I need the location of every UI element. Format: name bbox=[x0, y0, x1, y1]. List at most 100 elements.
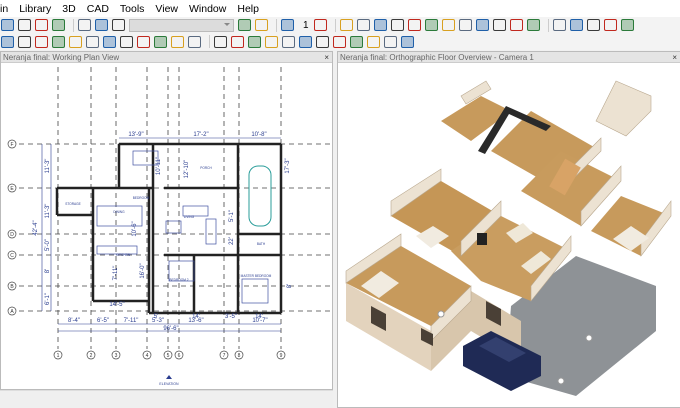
undo-icon[interactable] bbox=[1, 19, 14, 31]
rectangle-icon[interactable] bbox=[350, 35, 363, 48]
menu-item-tools[interactable]: Tools bbox=[120, 3, 145, 15]
grid-column-label: 4 bbox=[146, 353, 149, 359]
grid-column-label: 2 bbox=[90, 353, 93, 359]
dimension-label: 14'-5" bbox=[109, 302, 124, 308]
floor-plan-canvas[interactable]: FEDCBA1 2 3 4 5 6 7 8 942'-4"11'-3"11'-3"5'-0"8'… bbox=[1, 63, 332, 389]
material-icon[interactable] bbox=[492, 19, 506, 31]
window-tool-icon[interactable] bbox=[103, 35, 116, 48]
arc-icon[interactable] bbox=[316, 35, 329, 48]
railing-icon[interactable] bbox=[18, 35, 31, 48]
tools-icon[interactable] bbox=[255, 19, 268, 31]
dimension-label: 10'-11" bbox=[156, 157, 162, 175]
menu-item-library[interactable]: Library bbox=[19, 3, 51, 15]
save-view-red-icon[interactable] bbox=[112, 19, 125, 31]
grid-row-label: F bbox=[10, 142, 13, 148]
dimension-label: 8'-4" bbox=[68, 318, 80, 324]
callout-icon[interactable] bbox=[265, 35, 278, 48]
dormer-icon[interactable] bbox=[171, 35, 184, 48]
roof-plane-icon[interactable] bbox=[154, 35, 167, 48]
redo-icon[interactable] bbox=[18, 19, 31, 31]
layer-set-dropdown[interactable] bbox=[129, 18, 234, 32]
dimension-label: 13'-9" bbox=[128, 132, 143, 138]
paint-icon[interactable] bbox=[458, 19, 472, 31]
layout-icon[interactable] bbox=[620, 19, 634, 31]
grid-column-label: 8 bbox=[238, 353, 241, 359]
menu-item-3d[interactable]: 3D bbox=[62, 3, 75, 15]
room-label: KITCHEN bbox=[116, 253, 131, 257]
close-icon[interactable]: × bbox=[672, 52, 677, 63]
delete-surface-icon[interactable] bbox=[509, 19, 523, 31]
north-arrow-icon bbox=[166, 375, 172, 379]
room-label: LIVING bbox=[184, 215, 195, 219]
box-icon[interactable] bbox=[188, 35, 201, 48]
marker-icon[interactable] bbox=[401, 35, 414, 48]
elevation-marker-label: ELEVATION bbox=[159, 382, 179, 386]
line-icon[interactable] bbox=[299, 35, 312, 48]
grid-column-label: 1 bbox=[57, 353, 60, 359]
close-icon[interactable]: × bbox=[324, 52, 329, 63]
floor-overview-window[interactable]: Neranja final: Orthographic Floor Overvi… bbox=[337, 51, 680, 408]
roof-icon[interactable] bbox=[69, 35, 82, 48]
drawing-toolbar bbox=[0, 33, 680, 50]
up-floor-icon[interactable] bbox=[313, 19, 327, 31]
door-icon[interactable] bbox=[86, 35, 99, 48]
dimension-label: 14' bbox=[255, 314, 263, 320]
spline-icon[interactable] bbox=[367, 35, 380, 48]
car-symbol bbox=[248, 165, 272, 227]
x-line-icon[interactable] bbox=[282, 35, 295, 48]
overview-window-title-text: Neranja final: Orthographic Floor Overvi… bbox=[340, 53, 534, 62]
dimension-label: 5'-1" bbox=[229, 210, 235, 222]
post bbox=[437, 310, 445, 318]
toolbar-separator bbox=[334, 18, 336, 32]
down-floor-icon[interactable] bbox=[281, 19, 294, 31]
pencil-tool-icon[interactable] bbox=[214, 35, 227, 48]
dimension-label: 11'-3" bbox=[45, 159, 51, 174]
fireplace-icon[interactable] bbox=[120, 35, 133, 48]
grid-column-label: 3 bbox=[115, 353, 118, 359]
folder-icon[interactable] bbox=[603, 19, 617, 31]
perspective-icon[interactable] bbox=[390, 19, 404, 31]
elevation-icon[interactable] bbox=[373, 19, 387, 31]
help-icon[interactable] bbox=[52, 19, 65, 31]
floor-overview-icon[interactable] bbox=[407, 19, 421, 31]
dimension-icon[interactable] bbox=[231, 35, 244, 48]
save-view-icon[interactable] bbox=[95, 19, 108, 31]
shape-icon[interactable] bbox=[137, 35, 150, 48]
overview-window-title: Neranja final: Orthographic Floor Overvi… bbox=[338, 52, 680, 63]
circle-icon[interactable] bbox=[333, 35, 346, 48]
stairs-icon[interactable] bbox=[52, 35, 65, 48]
dimension-label: 3'-5" bbox=[225, 314, 237, 320]
status-bar bbox=[0, 390, 333, 408]
plan-window-title-text: Neranja final: Working Plan View bbox=[3, 53, 120, 62]
home-icon[interactable] bbox=[339, 19, 353, 31]
eyedropper-icon[interactable] bbox=[475, 19, 489, 31]
wall-icon[interactable] bbox=[1, 35, 14, 48]
dimension-label: 7'-11" bbox=[124, 318, 139, 324]
dimension-label: 7'-11" bbox=[113, 266, 119, 281]
menu-item-help[interactable]: Help bbox=[237, 3, 259, 15]
menu-item-in[interactable]: in bbox=[0, 3, 8, 15]
window-icon[interactable] bbox=[586, 19, 600, 31]
room-label: BATH bbox=[257, 242, 266, 246]
check-icon[interactable] bbox=[238, 19, 251, 31]
3d-overview-canvas[interactable] bbox=[338, 63, 680, 407]
menu-item-cad[interactable]: CAD bbox=[87, 3, 109, 15]
dimension-label: 16'-0" bbox=[140, 263, 146, 278]
pencil-icon[interactable] bbox=[526, 19, 540, 31]
menu-bar: in Library 3D CAD Tools View Window Help bbox=[0, 0, 680, 17]
revision-icon[interactable] bbox=[384, 35, 397, 48]
menu-item-view[interactable]: View bbox=[155, 3, 178, 15]
camera-icon[interactable] bbox=[356, 19, 370, 31]
plan-icon[interactable] bbox=[35, 19, 48, 31]
tile-vert-icon[interactable] bbox=[569, 19, 583, 31]
main-toolbar: 1 bbox=[0, 17, 680, 33]
working-plan-view-window[interactable]: Neranja final: Working Plan View × FEDCBA… bbox=[0, 51, 333, 390]
menu-item-window[interactable]: Window bbox=[189, 3, 226, 15]
tile-horiz-icon[interactable] bbox=[552, 19, 566, 31]
room-label: MASTER BEDROOM bbox=[241, 274, 272, 278]
text-icon[interactable] bbox=[248, 35, 261, 48]
dollhouse-icon[interactable] bbox=[424, 19, 438, 31]
light-icon[interactable] bbox=[441, 19, 455, 31]
cabinet-icon[interactable] bbox=[35, 35, 48, 48]
edit-layer-icon[interactable] bbox=[78, 19, 91, 31]
